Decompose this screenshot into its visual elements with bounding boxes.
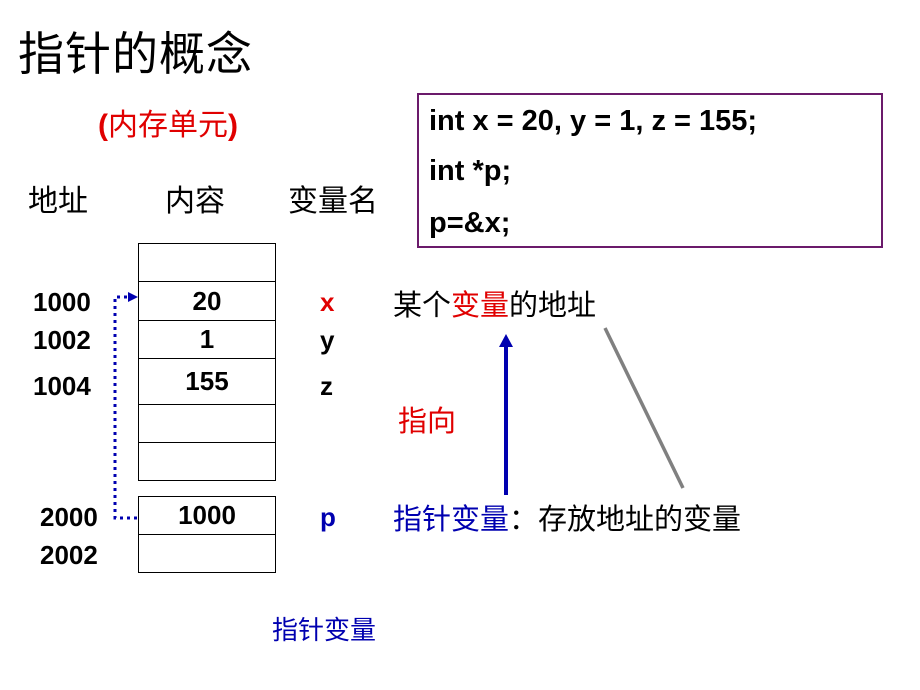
points-to-arrowhead xyxy=(499,334,513,347)
dotted-pointer-line xyxy=(113,295,137,520)
dotted-pointer-arrowhead xyxy=(128,292,138,302)
gray-connector-line xyxy=(603,327,685,489)
points-to-arrow xyxy=(499,334,513,495)
connectors-layer xyxy=(113,292,685,520)
dotted-pointer-arrow xyxy=(113,292,138,520)
